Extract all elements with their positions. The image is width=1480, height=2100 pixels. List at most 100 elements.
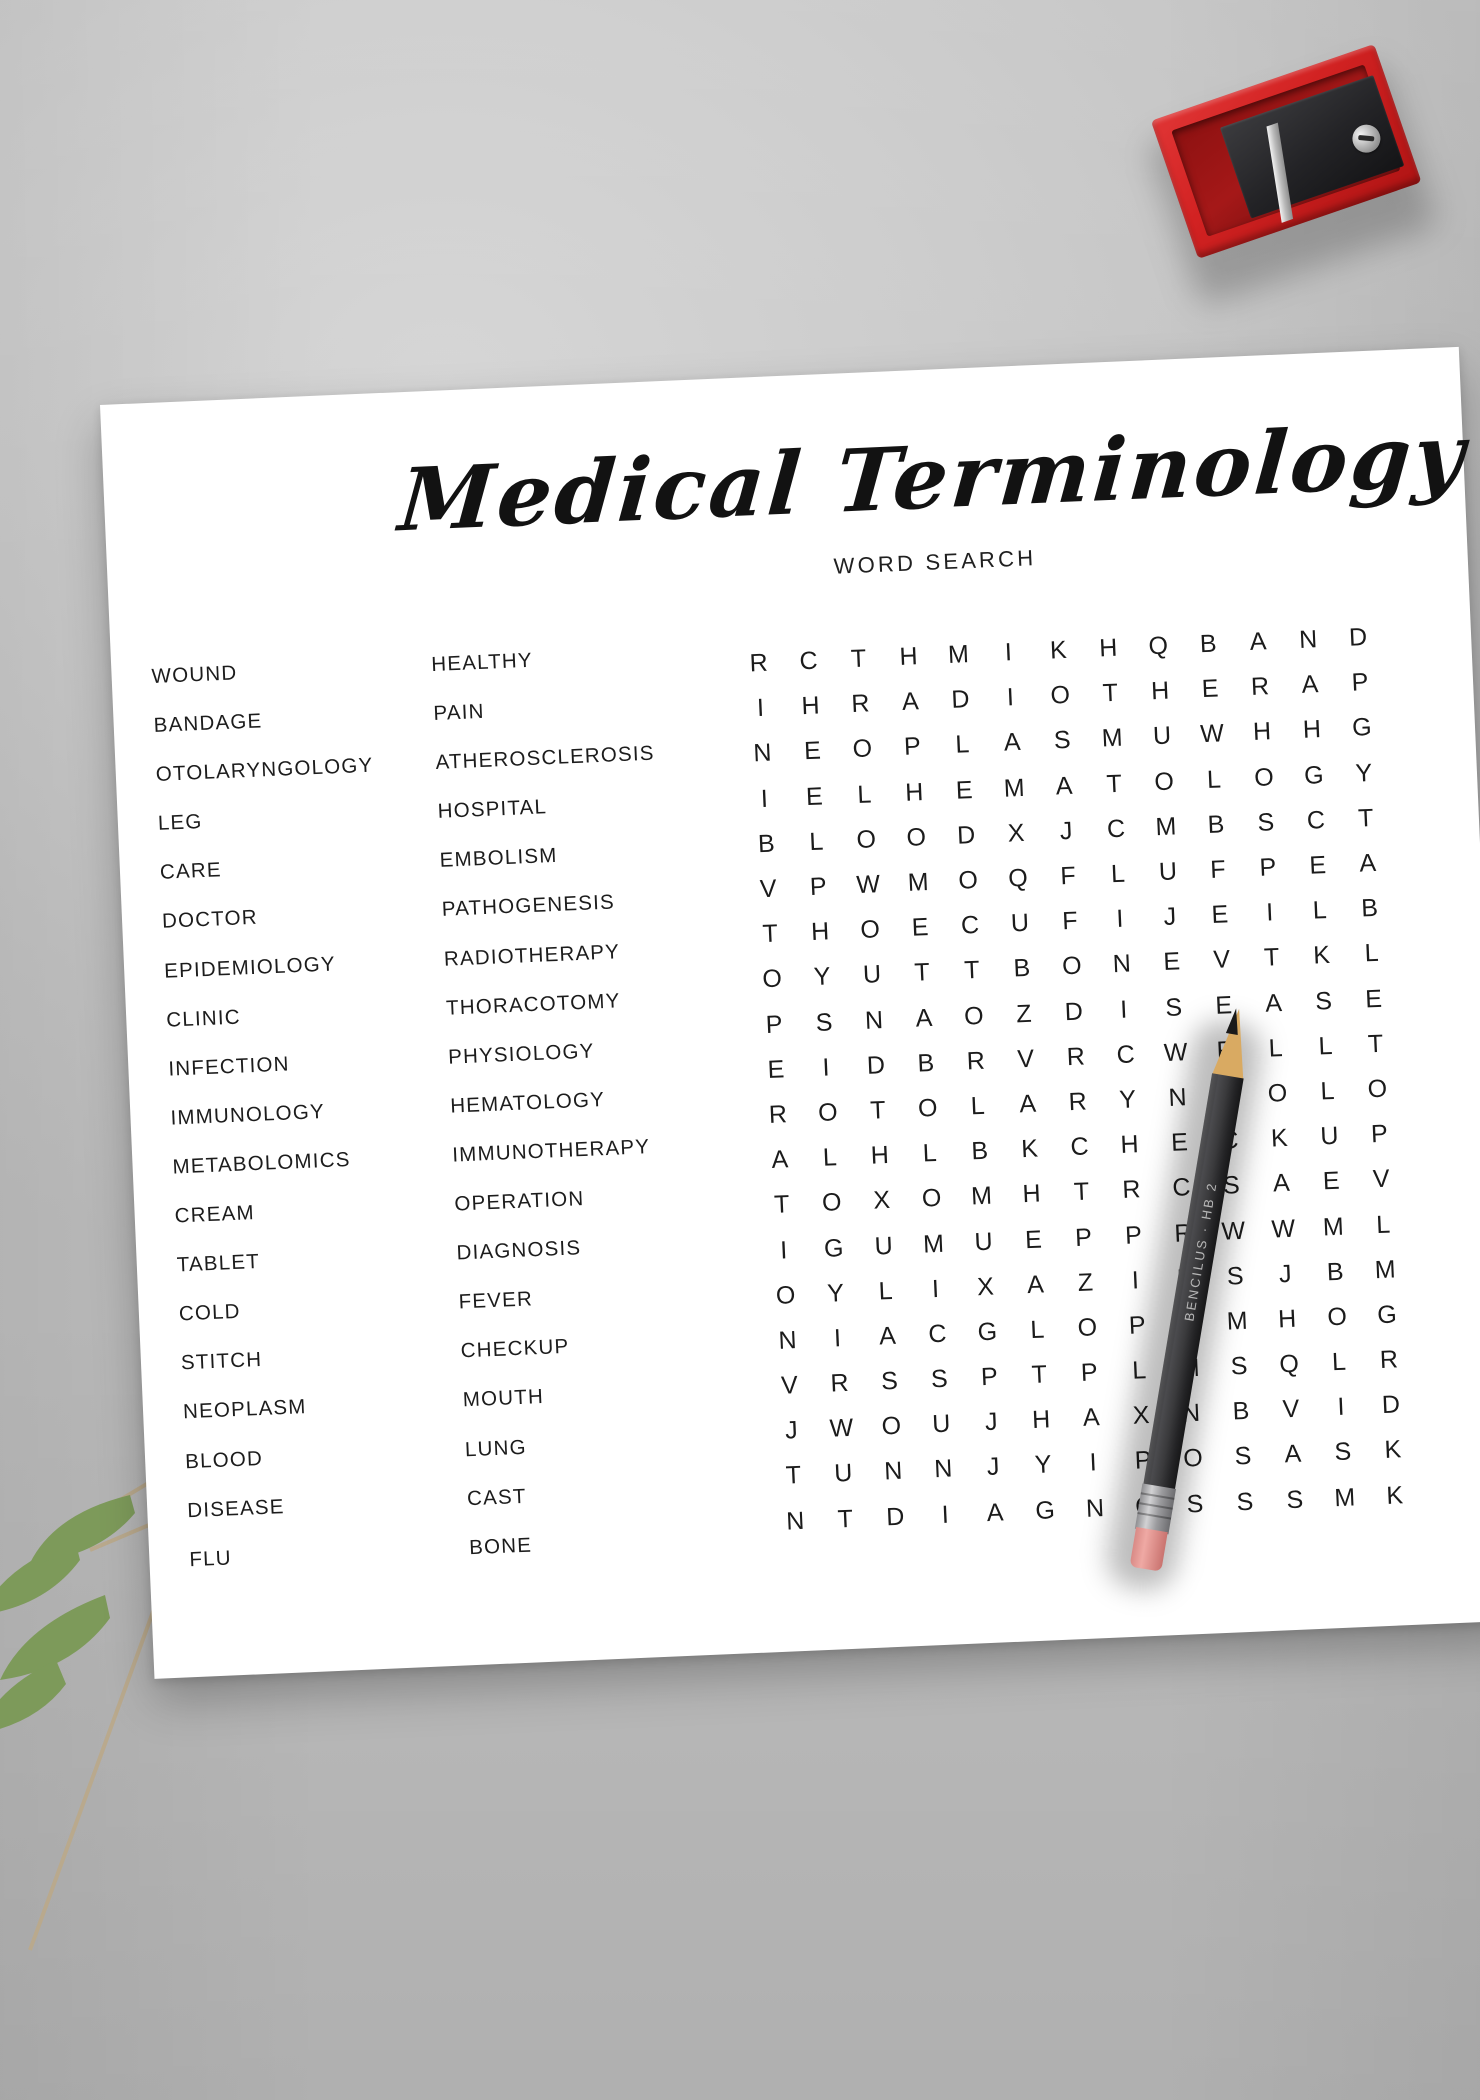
- grid-letter: R: [1121, 1175, 1142, 1205]
- word-list-item: CLINIC: [165, 1005, 242, 1032]
- grid-letter: V: [1212, 945, 1231, 975]
- grid-letter: T: [1263, 943, 1280, 973]
- grid-letter: R: [1379, 1345, 1399, 1375]
- grid-letter: S: [1164, 992, 1183, 1022]
- grid-letter: W: [1199, 719, 1225, 749]
- grid-letter: T: [963, 956, 981, 985]
- grid-letter: C: [1069, 1132, 1090, 1162]
- word-list-item: EPIDEMIOLOGY: [163, 952, 337, 983]
- grid-letter: S: [880, 1366, 899, 1396]
- grid-letter: K: [1383, 1435, 1402, 1465]
- grid-letter: I: [1119, 995, 1128, 1024]
- grid-letter: E: [1364, 984, 1383, 1014]
- grid-letter: A: [1003, 728, 1022, 758]
- grid-letter: M: [922, 1229, 945, 1259]
- word-list-item: WOUND: [151, 661, 238, 689]
- word-list-item: IMMUNOTHERAPY: [451, 1135, 651, 1167]
- grid-letter: [1386, 703, 1438, 750]
- grid-letter: K: [1020, 1134, 1039, 1164]
- grid-letter: F: [1059, 861, 1077, 891]
- grid-letter: T: [1102, 679, 1119, 708]
- grid-letter: A: [1249, 627, 1268, 657]
- grid-letter: B: [970, 1136, 989, 1166]
- grid-letter: S: [1314, 986, 1333, 1016]
- grid-letter: T: [785, 1461, 802, 1491]
- grid-letter: H: [1252, 717, 1272, 747]
- word-list-item: RADIOTHERAPY: [443, 939, 621, 971]
- grid-letter: [1401, 1064, 1453, 1111]
- worksheet-page: Medical Terminology WORD SEARCH WOUND BAN…: [100, 346, 1480, 1679]
- word-list: WOUND BANDAGE OTOLARYNGOLOGY LEG CARE DOCTOR E…: [111, 629, 754, 1679]
- grid-letter: G: [1351, 713, 1373, 743]
- grid-letter: L: [1110, 859, 1126, 889]
- grid-letter: B: [1207, 810, 1225, 839]
- word-list-item: LUNG: [464, 1435, 528, 1461]
- grid-letter: B: [757, 829, 776, 859]
- grid-letter: I: [1336, 1393, 1346, 1422]
- grid-letter: O: [855, 825, 877, 854]
- grid-letter: P: [1124, 1220, 1143, 1250]
- grid-letter: X: [976, 1272, 995, 1302]
- grid-letter: S: [1234, 1442, 1252, 1471]
- grid-letter: S: [1256, 808, 1275, 837]
- grid-letter: L: [878, 1276, 894, 1306]
- grid-letter: M: [1322, 1212, 1345, 1241]
- grid-letter: A: [1301, 670, 1320, 700]
- grid-letter: A: [1284, 1440, 1302, 1469]
- grid-letter: O: [821, 1188, 843, 1218]
- grid-letter: L: [808, 827, 824, 856]
- grid-letter: E: [1322, 1167, 1341, 1196]
- grid-letter: T: [1367, 1029, 1384, 1059]
- word-list-item: EMBOLISM: [439, 844, 559, 873]
- grid-letter: T: [837, 1504, 854, 1534]
- grid-letter: U: [973, 1227, 994, 1256]
- grid-letter: H: [1021, 1179, 1042, 1209]
- grid-letter: T: [1031, 1360, 1048, 1390]
- grid-letter: G: [823, 1233, 845, 1263]
- grid-letter: [1403, 1109, 1455, 1156]
- grid-letter: P: [1074, 1222, 1093, 1252]
- sharpener-blade-plate: [1219, 75, 1405, 223]
- grid-letter: Q: [1007, 863, 1029, 893]
- grid-letter: I: [1006, 683, 1015, 712]
- word-list-item: INFECTION: [167, 1052, 291, 1081]
- grid-letter: A: [1026, 1270, 1045, 1299]
- grid-letter: D: [1064, 997, 1084, 1026]
- word-list-item: FLU: [188, 1546, 233, 1571]
- grid-letter: L: [1375, 1210, 1391, 1239]
- grid-letter: O: [963, 1001, 985, 1031]
- grid-letter: N: [933, 1455, 953, 1484]
- grid-letter: D: [885, 1502, 905, 1532]
- grid-letter: N: [1112, 949, 1132, 979]
- grid-letter: N: [883, 1457, 903, 1486]
- grid-letter: Y: [1354, 758, 1373, 788]
- grid-letter: A: [1358, 848, 1377, 878]
- grid-letter: S: [1235, 1487, 1254, 1517]
- grid-letter: U: [874, 1231, 894, 1261]
- grid-letter: [1396, 928, 1448, 975]
- grid-letter: J: [1059, 816, 1073, 846]
- word-list-item: PAIN: [433, 699, 486, 726]
- grid-letter: L: [1206, 765, 1222, 794]
- grid-letter: T: [1105, 769, 1123, 798]
- word-list-item: HEALTHY: [430, 648, 534, 677]
- grid-letter: [1407, 1199, 1459, 1246]
- sharpener-screw: [1348, 120, 1385, 157]
- grid-letter: E: [1162, 947, 1181, 977]
- grid-letter: [1409, 1244, 1461, 1291]
- grid-letter: L: [856, 780, 872, 809]
- grid-letter: L: [954, 730, 970, 760]
- word-list-item: OPERATION: [453, 1187, 585, 1216]
- grid-letter: J: [986, 1453, 1001, 1482]
- word-list-item: COLD: [178, 1300, 242, 1326]
- grid-letter: D: [1381, 1390, 1401, 1420]
- grid-letter: Q: [1278, 1349, 1300, 1379]
- grid-letter: L: [1319, 1076, 1335, 1106]
- grid-letter: X: [1007, 818, 1026, 848]
- grid-letter: [1384, 657, 1436, 704]
- grid-letter: U: [1319, 1121, 1340, 1151]
- grid-letter: N: [752, 739, 773, 768]
- grid-letter: B: [1012, 954, 1031, 983]
- word-list-item: ATHEROSCLEROSIS: [435, 741, 656, 775]
- grid-letter: C: [1306, 805, 1326, 835]
